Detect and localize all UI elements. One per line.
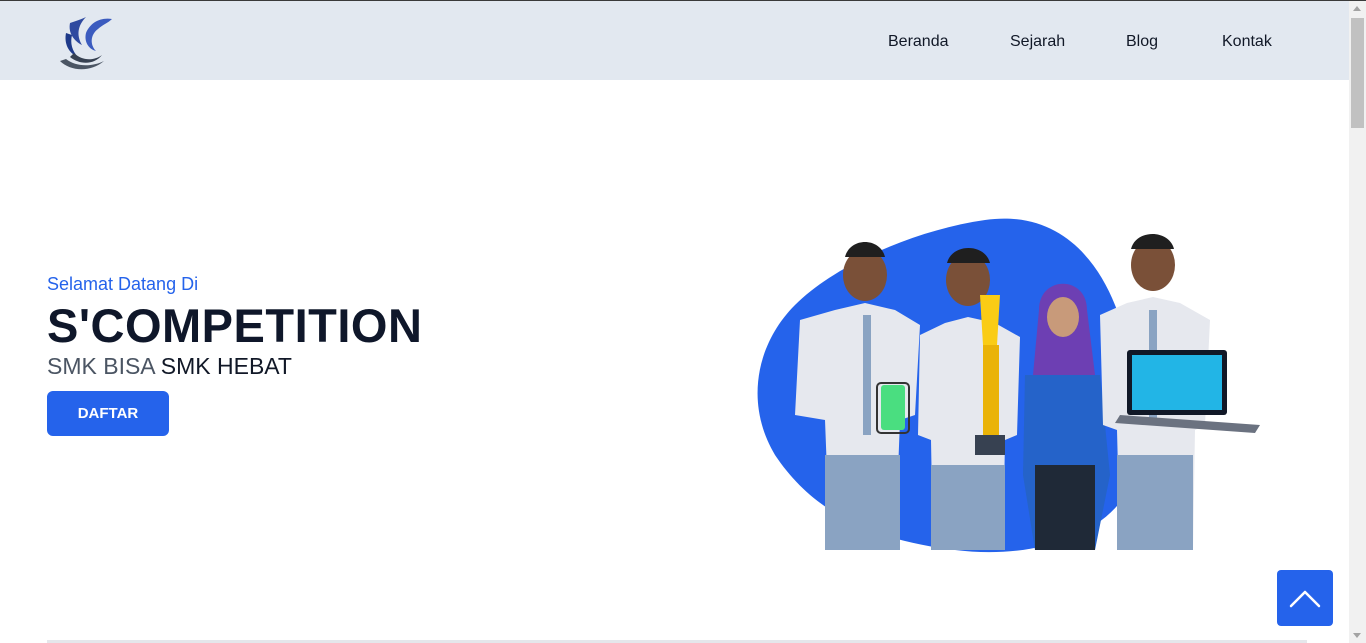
page: Beranda Sejarah Blog Kontak Selamat Data…: [0, 0, 1366, 643]
hero-text: Selamat Datang Di S'COMPETITION SMK BISA…: [47, 272, 422, 380]
hero-title: S'COMPETITION: [47, 299, 423, 352]
chevron-up-icon: [1289, 590, 1321, 608]
subtitle-part-1: SMK BISA: [47, 353, 155, 379]
student-figure-3: [1100, 234, 1260, 550]
scroll-up-arrow-icon[interactable]: [1353, 6, 1361, 11]
scrollbar-thumb[interactable]: [1351, 18, 1364, 128]
scroll-to-top-button[interactable]: [1277, 570, 1333, 626]
navbar: Beranda Sejarah Blog Kontak: [0, 1, 1349, 80]
subtitle-part-2: SMK HEBAT: [160, 353, 292, 379]
hero-students-image: [757, 218, 1260, 553]
scroll-down-arrow-icon[interactable]: [1353, 633, 1361, 638]
nav-link-beranda[interactable]: Beranda: [888, 32, 949, 52]
nav-link-blog[interactable]: Blog: [1126, 32, 1158, 52]
nav-link-sejarah[interactable]: Sejarah: [1010, 32, 1065, 52]
hero-welcome: Selamat Datang Di: [47, 274, 199, 294]
school-logo-icon[interactable]: [56, 11, 116, 73]
hero-subtitle: SMK BISA SMK HEBAT: [47, 352, 422, 380]
nav-link-kontak[interactable]: Kontak: [1222, 32, 1272, 52]
daftar-button[interactable]: DAFTAR: [47, 391, 169, 436]
vertical-scrollbar[interactable]: [1349, 1, 1366, 643]
